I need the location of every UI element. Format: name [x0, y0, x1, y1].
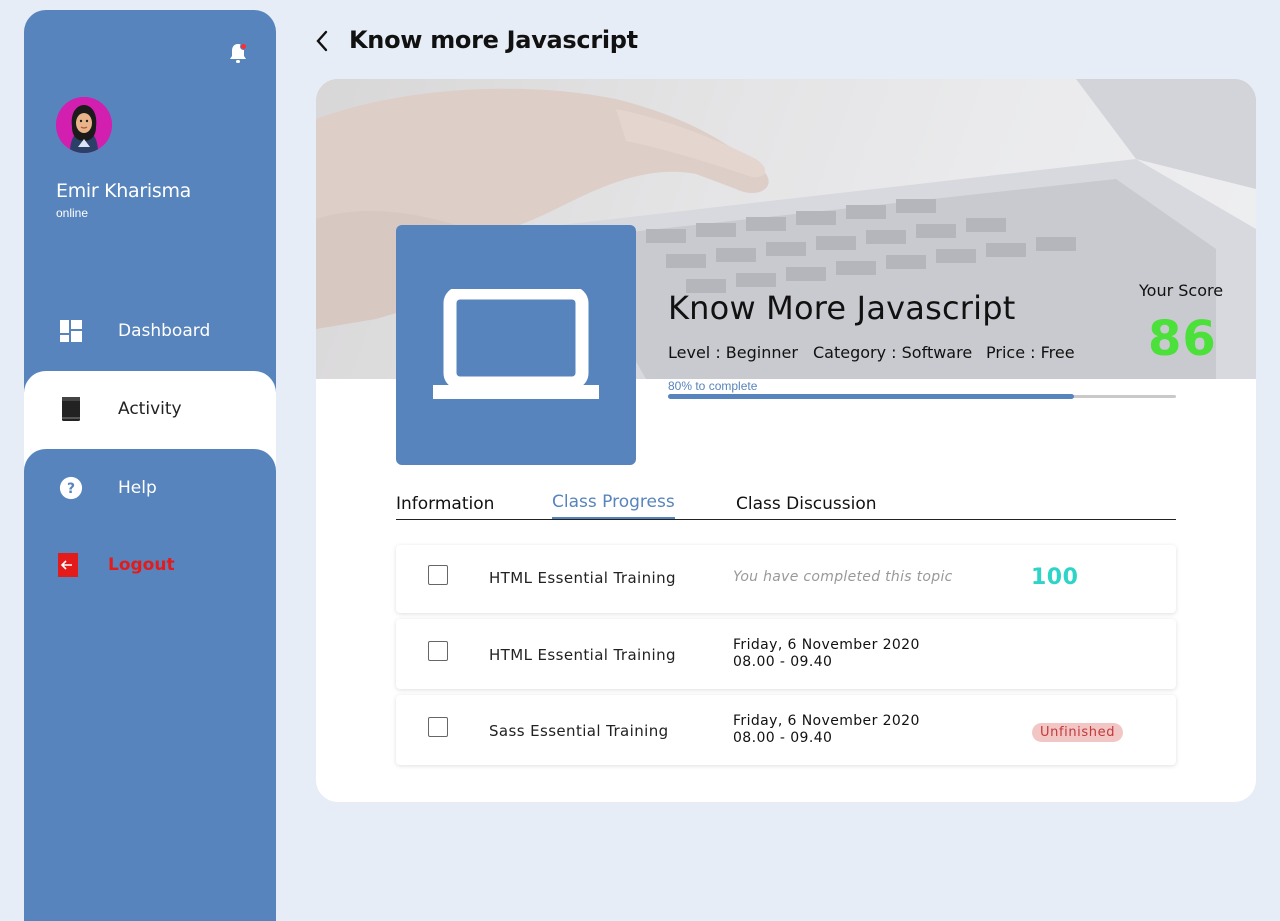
topic-row: HTML Essential Training Friday, 6 Novemb… [396, 619, 1176, 689]
score-label: Your Score [1139, 281, 1224, 300]
course-level: Level : Beginner [668, 343, 798, 362]
book-icon [59, 397, 83, 421]
topic-date: Friday, 6 November 2020 [733, 713, 920, 729]
avatar[interactable] [56, 97, 112, 153]
topic-name: HTML Essential Training [489, 646, 676, 664]
course-title: Know More Javascript [668, 289, 1016, 327]
topic-score: 100 [1031, 565, 1079, 590]
sidebar-item-dashboard[interactable]: Dashboard [24, 292, 276, 370]
status-badge: Unfinished [1032, 723, 1124, 742]
topic-checkbox[interactable] [428, 565, 448, 585]
topic-schedule: Friday, 6 November 2020 08.00 - 09.40 [733, 713, 920, 747]
question-circle-icon: ? [59, 476, 83, 500]
user-status: online [56, 206, 89, 220]
course-category: Category : Software [813, 343, 973, 362]
topic-completed-note: You have completed this topic [733, 569, 953, 585]
score-value: 86 [1148, 311, 1217, 367]
logout-icon [56, 553, 80, 577]
topic-date: Friday, 6 November 2020 [733, 637, 920, 653]
user-name: Emir Kharisma [56, 180, 192, 202]
sidebar-item-logout[interactable]: Logout [24, 526, 276, 604]
topic-checkbox[interactable] [428, 641, 448, 661]
course-price: Price : Free [986, 343, 1075, 362]
sidebar: Emir Kharisma online Dashboard Activity [24, 10, 276, 921]
back-button[interactable] [310, 28, 334, 54]
topic-row: Sass Essential Training Friday, 6 Novemb… [396, 695, 1176, 765]
sidebar-item-label: Activity [118, 399, 182, 419]
tab-information[interactable]: Information [396, 494, 494, 514]
progress-bar [668, 394, 1176, 399]
notification-dot [240, 43, 247, 50]
tab-class-discussion[interactable]: Class Discussion [736, 494, 877, 514]
tab-class-progress[interactable]: Class Progress [552, 492, 675, 519]
chevron-left-icon [316, 30, 328, 52]
course-card: Know More Javascript Level : Beginner Ca… [316, 79, 1256, 802]
topic-checkbox[interactable] [428, 717, 448, 737]
sidebar-item-help[interactable]: ? Help [24, 449, 276, 527]
topic-name: HTML Essential Training [489, 569, 676, 587]
course-tabs: Information Class Progress Class Discuss… [396, 492, 1176, 520]
topic-time: 08.00 - 09.40 [733, 654, 833, 670]
course-thumbnail [396, 225, 636, 465]
sidebar-item-label: Dashboard [118, 321, 211, 341]
svg-text:?: ? [67, 481, 75, 497]
sidebar-item-label: Logout [108, 555, 175, 575]
sidebar-item-activity[interactable]: Activity [24, 370, 276, 448]
laptop-icon [433, 289, 599, 399]
sidebar-item-label: Help [118, 478, 157, 498]
topic-name: Sass Essential Training [489, 722, 669, 740]
topic-row: HTML Essential Training You have complet… [396, 545, 1176, 613]
dashboard-grid-icon [59, 319, 83, 343]
progress-bar-fill [668, 394, 1075, 399]
page-title: Know more Javascript [349, 26, 638, 54]
progress-text: 80% to complete [668, 379, 758, 393]
topic-time: 08.00 - 09.40 [733, 730, 833, 746]
topic-schedule: Friday, 6 November 2020 08.00 - 09.40 [733, 637, 920, 671]
